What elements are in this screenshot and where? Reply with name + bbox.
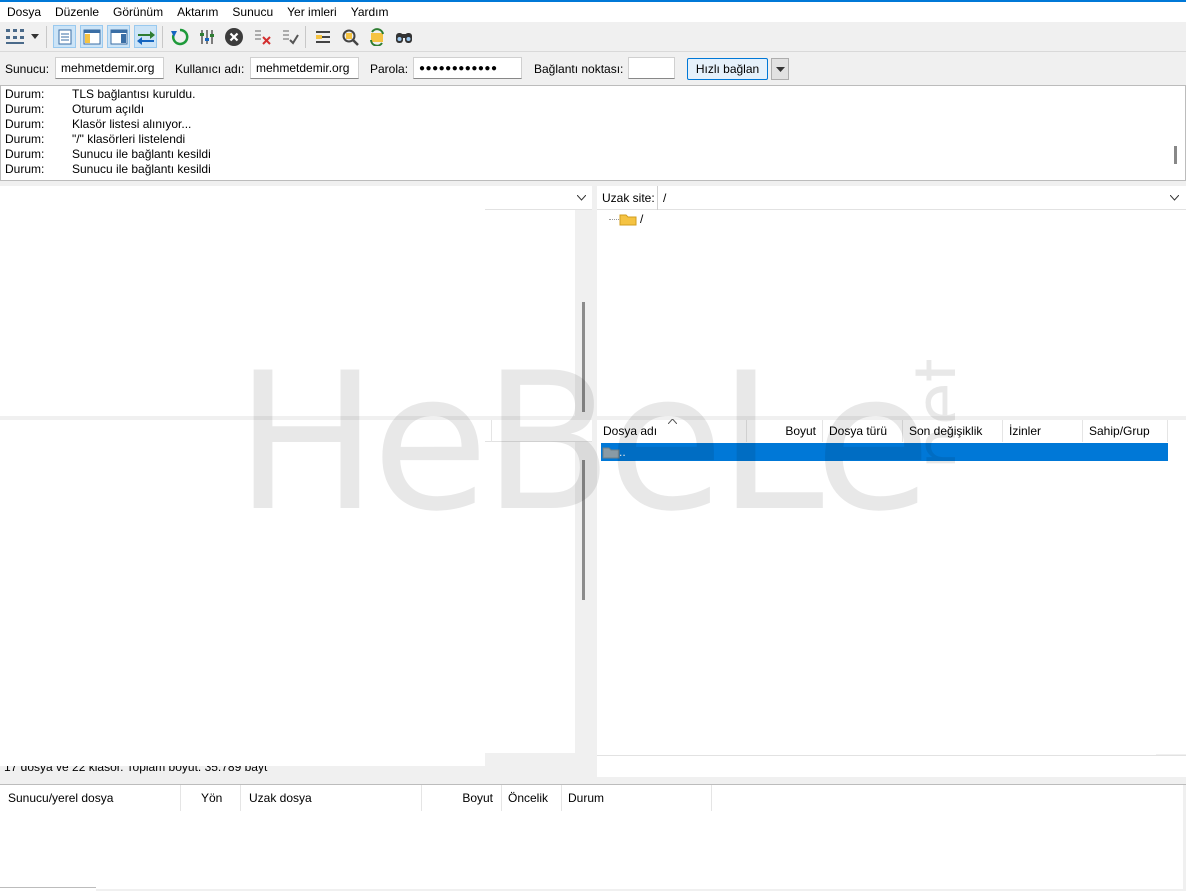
toolbar [0, 22, 1186, 52]
chevron-down-icon [577, 195, 586, 201]
local-site-combo[interactable] [485, 186, 592, 210]
disconnect-icon[interactable] [250, 25, 273, 48]
column-header-owner[interactable]: Sahip/Grup [1083, 420, 1168, 442]
host-label: Sunucu: [5, 62, 50, 76]
menu-gorunum[interactable]: Görünüm [106, 2, 170, 22]
menu-aktarim[interactable]: Aktarım [170, 2, 225, 22]
file-name: .. [619, 445, 626, 459]
queue-column-priority[interactable]: Öncelik [502, 785, 562, 811]
remote-tree-root[interactable]: / [640, 212, 643, 226]
queue-column-remote-file[interactable]: Uzak dosya [241, 785, 422, 811]
reconnect-icon[interactable] [278, 25, 301, 48]
cancel-operation-icon[interactable] [222, 25, 245, 48]
search-remote-files-icon[interactable] [392, 25, 415, 48]
local-list-scrollbar[interactable] [575, 442, 592, 775]
queue-column-direction[interactable]: Yön [181, 785, 241, 811]
quickconnect-history-dropdown[interactable] [771, 58, 789, 80]
chevron-down-icon [1170, 195, 1179, 201]
folder-up-icon [602, 445, 620, 459]
log-line: Durum: Oturum açıldı [5, 102, 145, 116]
directory-listing-filters-icon[interactable] [311, 25, 334, 48]
vertical-splitter[interactable] [592, 186, 597, 777]
remote-tree-pane[interactable]: / [597, 210, 1186, 416]
site-manager-icon[interactable] [4, 25, 26, 48]
toolbar-separator [162, 26, 163, 48]
port-label: Bağlantı noktası: [534, 62, 624, 76]
quickconnect-bar: Sunucu: mehmetdemir.org Kullanıcı adı: m… [0, 52, 1186, 85]
local-file-list[interactable] [0, 420, 592, 775]
refresh-icon[interactable] [168, 25, 191, 48]
queue-column-status[interactable]: Durum [562, 785, 712, 811]
message-log[interactable]: Durum: TLS bağlantısı kuruldu. Durum: Otur… [0, 85, 1186, 181]
toggle-local-tree-icon[interactable] [80, 25, 103, 48]
log-line: Durum: "/" klasörleri listelendi [5, 132, 186, 146]
host-input[interactable]: mehmetdemir.org [55, 57, 164, 79]
log-line: Durum: Sunucu ile bağlantı kesildi [5, 147, 211, 161]
toggle-remote-tree-icon[interactable] [107, 25, 130, 48]
local-list-header [485, 420, 592, 442]
menu-sunucu[interactable]: Sunucu [225, 2, 280, 22]
menu-duzenle[interactable]: Düzenle [48, 2, 106, 22]
queue-column-local-file[interactable]: Sunucu/yerel dosya [0, 785, 181, 811]
menu-yardim[interactable]: Yardım [344, 2, 396, 22]
transfer-queue[interactable]: Sunucu/yerel dosya Yön Uzak dosya Boyut … [0, 784, 1186, 890]
menu-yer-imleri[interactable]: Yer imleri [280, 2, 344, 22]
site-manager-dropdown-icon[interactable] [28, 25, 42, 48]
remote-status-bar [597, 755, 1186, 777]
username-label: Kullanıcı adı: [175, 62, 245, 76]
toolbar-separator [305, 26, 306, 48]
local-tree-pane[interactable] [0, 186, 592, 416]
queue-column-size[interactable]: Boyut [422, 785, 502, 811]
directory-comparison-icon[interactable] [338, 25, 361, 48]
menu-dosya[interactable]: Dosya [0, 2, 48, 22]
local-tree-scrollbar[interactable] [575, 210, 592, 416]
queue-tab[interactable] [0, 887, 96, 891]
toolbar-separator [46, 26, 47, 48]
folder-icon [619, 212, 637, 226]
process-queue-icon[interactable] [195, 25, 218, 48]
password-input[interactable]: ●●●●●●●●●●●● [413, 57, 522, 79]
log-scrollbar[interactable] [1174, 146, 1177, 164]
column-header-size[interactable]: Boyut [747, 420, 823, 442]
username-input[interactable]: mehmetdemir.org [250, 57, 359, 79]
synchronized-browsing-icon[interactable] [365, 25, 388, 48]
log-line: Durum: Sunucu ile bağlantı kesildi [5, 162, 211, 176]
remote-site-bar: Uzak site: / [597, 186, 1186, 210]
port-input[interactable] [628, 57, 675, 79]
chevron-down-icon [775, 66, 785, 72]
column-header-type[interactable]: Dosya türü [823, 420, 903, 442]
menu-bar: Dosya Düzenle Görünüm Aktarım Sunucu Yer… [0, 2, 1186, 22]
column-header-filename[interactable]: Dosya adı [597, 420, 747, 442]
remote-site-label: Uzak site: [602, 191, 655, 205]
column-header-permissions[interactable]: İzinler [1003, 420, 1083, 442]
log-line: Durum: TLS bağlantısı kuruldu. [5, 87, 196, 101]
remote-file-list[interactable]: Dosya adı Boyut Dosya türü Son değişikli… [597, 419, 1186, 775]
toggle-queue-icon[interactable] [134, 25, 157, 48]
password-label: Parola: [370, 62, 409, 76]
table-row[interactable]: .. [601, 443, 1168, 461]
log-line: Durum: Klasör listesi alınıyor... [5, 117, 192, 131]
toggle-log-icon[interactable] [53, 25, 76, 48]
quickconnect-button[interactable]: Hızlı bağlan [687, 58, 768, 80]
local-status-bar: 17 dosya ve 22 klasör. Toplam boyut: 35.… [0, 758, 485, 784]
remote-site-combo[interactable]: / [657, 186, 1186, 210]
column-header-modified[interactable]: Son değişiklik [903, 420, 1003, 442]
